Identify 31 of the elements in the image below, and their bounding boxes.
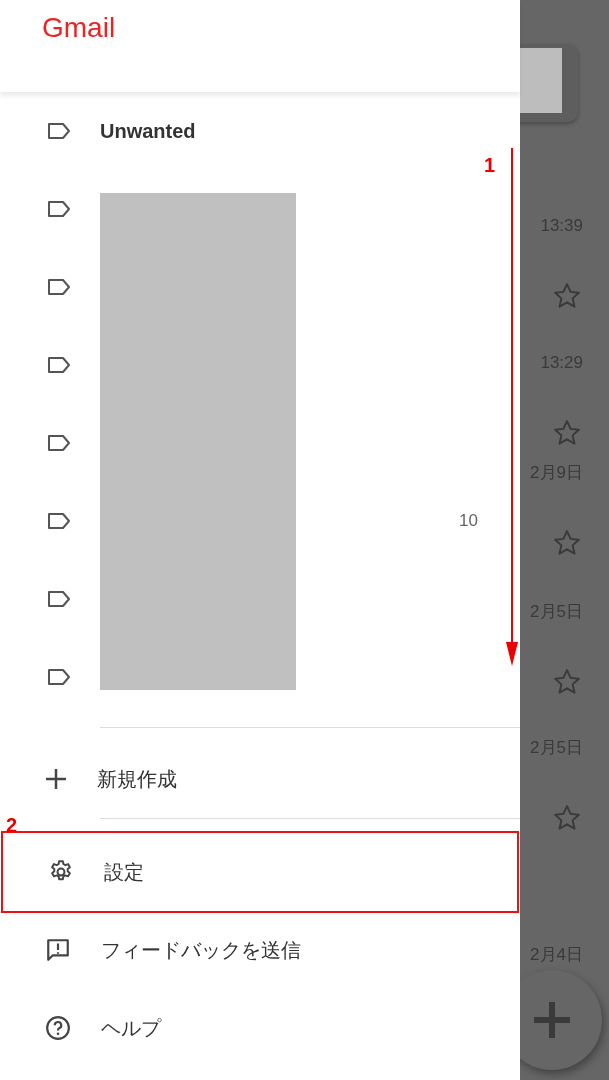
plus-icon: [532, 1000, 572, 1040]
label-icon: [47, 200, 71, 218]
menu-item[interactable]: フィードバックを送信: [0, 911, 520, 989]
star-icon[interactable]: [552, 667, 582, 697]
label-icon: [47, 356, 71, 374]
redacted-avatar: [520, 48, 562, 113]
label-icon: [47, 668, 71, 686]
label-icon: [47, 278, 71, 296]
label-icon: [47, 122, 71, 140]
compose-button[interactable]: [520, 970, 602, 1070]
star-icon[interactable]: [552, 281, 582, 311]
star-icon[interactable]: [552, 528, 582, 558]
label-item[interactable]: 10: [0, 482, 480, 560]
menu-label: 設定: [104, 860, 144, 885]
feedback-icon: [45, 937, 71, 963]
menu-label: フィードバックを送信: [101, 938, 301, 963]
help-icon: [45, 1015, 71, 1041]
label-name: Unwanted: [100, 119, 197, 144]
unread-count: 10: [459, 510, 478, 533]
plus-icon: [45, 768, 67, 790]
star-icon[interactable]: [552, 418, 582, 448]
app-title: Gmail: [42, 11, 116, 45]
step-number: 1: [484, 153, 496, 178]
menu-label: 新規作成: [97, 767, 177, 792]
label-icon: [47, 512, 71, 530]
label-item[interactable]: Unwanted: [0, 92, 480, 170]
label-icon: [47, 434, 71, 452]
menu-item[interactable]: ヘルプ: [0, 989, 520, 1067]
label-icon: [47, 590, 71, 608]
star-icon[interactable]: [552, 803, 582, 833]
menu-label: ヘルプ: [101, 1016, 161, 1041]
